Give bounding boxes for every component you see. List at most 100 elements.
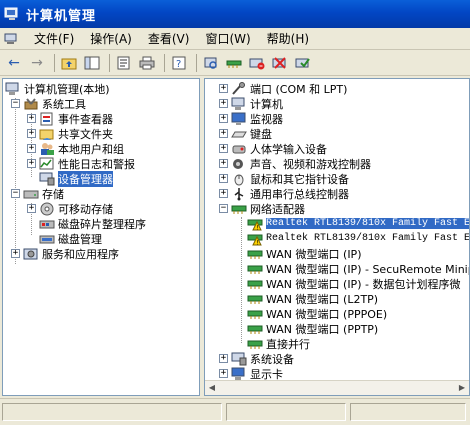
- scan-hardware-icon[interactable]: [201, 53, 221, 73]
- tree-item[interactable]: + 事件查看器: [27, 111, 113, 126]
- tree-item[interactable]: + 性能日志和警报: [27, 156, 135, 171]
- tree-item[interactable]: 磁盘碎片整理程序: [39, 216, 146, 231]
- device-item[interactable]: WAN 微型端口 (IP): [247, 246, 361, 261]
- status-cell: [2, 403, 222, 421]
- properties-icon[interactable]: [114, 53, 134, 73]
- expand-toggle[interactable]: +: [219, 369, 228, 378]
- device-category[interactable]: + 计算机: [219, 96, 283, 111]
- device-category[interactable]: + 通用串行总线控制器: [219, 186, 349, 201]
- scroll-left-icon[interactable]: ◀: [205, 382, 219, 394]
- console-tree-pane[interactable]: 计算机管理(本地) − 系统工具 + 事件查看器 + 共享文件夹 + 本地用户和…: [2, 78, 200, 396]
- expand-toggle[interactable]: +: [219, 114, 228, 123]
- device-category-label: 网络适配器: [250, 202, 305, 216]
- device-category-label: 监视器: [250, 112, 283, 126]
- expand-toggle[interactable]: +: [219, 189, 228, 198]
- horizontal-scrollbar[interactable]: ◀ ▶: [205, 380, 469, 395]
- device-category-label: 端口 (COM 和 LPT): [250, 82, 348, 96]
- device-item[interactable]: ! Realtek RTL8139/810x Family Fast Eth: [247, 231, 469, 246]
- svg-text:!: !: [256, 224, 258, 231]
- shared-folder-icon: [39, 129, 54, 140]
- device-category[interactable]: + 显示卡: [219, 366, 283, 381]
- device-category[interactable]: − 网络适配器: [219, 201, 305, 216]
- expand-toggle[interactable]: +: [219, 84, 228, 93]
- expand-toggle[interactable]: +: [219, 174, 228, 183]
- device-category[interactable]: + 人体学输入设备: [219, 141, 327, 156]
- device-category-label: 系统设备: [250, 352, 294, 366]
- device-item[interactable]: WAN 微型端口 (PPPOE): [247, 306, 387, 321]
- tree-item[interactable]: + 可移动存储: [27, 201, 113, 216]
- device-tree-pane[interactable]: + 端口 (COM 和 LPT) + 计算机 + 监视器 + 键盘 + 人体学输入设备 +…: [204, 78, 470, 396]
- update-driver-icon[interactable]: [224, 53, 244, 73]
- expand-toggle[interactable]: +: [27, 129, 36, 138]
- computer-management-icon: [5, 82, 19, 95]
- forward-arrow-icon[interactable]: →: [27, 53, 47, 73]
- device-category[interactable]: + 键盘: [219, 126, 272, 141]
- expand-toggle[interactable]: +: [219, 159, 228, 168]
- system-menu-icon[interactable]: [4, 33, 20, 45]
- help-icon[interactable]: ?: [169, 53, 189, 73]
- menu-bar: 文件(F) 操作(A) 查看(V) 窗口(W) 帮助(H): [0, 28, 470, 50]
- device-item[interactable]: ! Realtek RTL8139/810x Family Fast Eth: [247, 216, 469, 231]
- tree-item[interactable]: + 服务和应用程序: [11, 246, 119, 261]
- menu-action[interactable]: 操作(A): [82, 29, 140, 49]
- expand-toggle[interactable]: +: [27, 204, 36, 213]
- uninstall-device-icon[interactable]: [270, 53, 290, 73]
- device-item[interactable]: WAN 微型端口 (L2TP): [247, 291, 378, 306]
- tree-item[interactable]: + 本地用户和组: [27, 141, 124, 156]
- tree-item[interactable]: 磁盘管理: [39, 231, 102, 246]
- up-folder-icon[interactable]: [59, 53, 79, 73]
- adapter-icon: [247, 280, 263, 289]
- adapter-icon: [247, 325, 263, 334]
- device-category[interactable]: + 监视器: [219, 111, 283, 126]
- enable-device-icon[interactable]: [293, 53, 313, 73]
- toolbar: ← → ?: [0, 50, 470, 76]
- collapse-toggle[interactable]: −: [11, 99, 20, 108]
- port-icon: [232, 81, 245, 95]
- expand-toggle[interactable]: +: [27, 159, 36, 168]
- expand-toggle[interactable]: +: [11, 249, 20, 258]
- device-category[interactable]: + 端口 (COM 和 LPT): [219, 81, 347, 96]
- usb-icon: [234, 187, 244, 200]
- menu-file[interactable]: 文件(F): [26, 29, 82, 49]
- hid-icon: [232, 145, 246, 153]
- tree-item-label: 存储: [42, 187, 64, 201]
- disk-management-icon: [39, 235, 55, 243]
- device-category[interactable]: + 声音、视频和游戏控制器: [219, 156, 371, 171]
- menu-window[interactable]: 窗口(W): [197, 29, 258, 49]
- device-category-label: 计算机: [250, 97, 283, 111]
- device-category-label: 通用串行总线控制器: [250, 187, 349, 201]
- device-category-label: 人体学输入设备: [250, 142, 327, 156]
- device-item-label: WAN 微型端口 (PPTP): [266, 322, 379, 336]
- show-hide-tree-icon[interactable]: [82, 53, 102, 73]
- expand-toggle[interactable]: +: [27, 114, 36, 123]
- tree-item[interactable]: − 系统工具: [11, 96, 86, 111]
- device-item[interactable]: WAN 微型端口 (PPTP): [247, 321, 378, 336]
- tree-item-device-manager[interactable]: 设备管理器: [39, 170, 113, 187]
- disable-device-icon[interactable]: [247, 53, 267, 73]
- device-category[interactable]: + 系统设备: [219, 351, 294, 366]
- collapse-toggle[interactable]: −: [219, 204, 228, 213]
- device-category[interactable]: + 鼠标和其它指针设备: [219, 171, 349, 186]
- expand-toggle[interactable]: +: [219, 144, 228, 153]
- print-icon[interactable]: [137, 53, 157, 73]
- tree-item[interactable]: − 存储: [11, 186, 64, 201]
- status-cell: [350, 403, 466, 421]
- tree-item[interactable]: + 共享文件夹: [27, 126, 113, 141]
- toolbar-separator: [109, 53, 110, 72]
- expand-toggle[interactable]: +: [219, 354, 228, 363]
- scroll-right-icon[interactable]: ▶: [455, 382, 469, 394]
- toolbar-separator: [164, 53, 165, 72]
- tree-item[interactable]: 计算机管理(本地): [5, 81, 110, 96]
- device-item[interactable]: 直接并行: [247, 336, 310, 351]
- expand-toggle[interactable]: +: [219, 99, 228, 108]
- menu-view[interactable]: 查看(V): [140, 29, 198, 49]
- back-arrow-icon[interactable]: ←: [4, 53, 24, 73]
- menu-help[interactable]: 帮助(H): [259, 29, 317, 49]
- device-item[interactable]: WAN 微型端口 (IP) - 数据包计划程序微: [247, 276, 460, 291]
- device-item[interactable]: WAN 微型端口 (IP) - SecuRemote Minip: [247, 261, 470, 276]
- title-bar[interactable]: 计算机管理: [0, 0, 470, 28]
- device-item-label: WAN 微型端口 (IP) - SecuRemote Minip: [266, 262, 470, 276]
- expand-toggle[interactable]: +: [219, 129, 228, 138]
- collapse-toggle[interactable]: −: [11, 189, 20, 198]
- expand-toggle[interactable]: +: [27, 144, 36, 153]
